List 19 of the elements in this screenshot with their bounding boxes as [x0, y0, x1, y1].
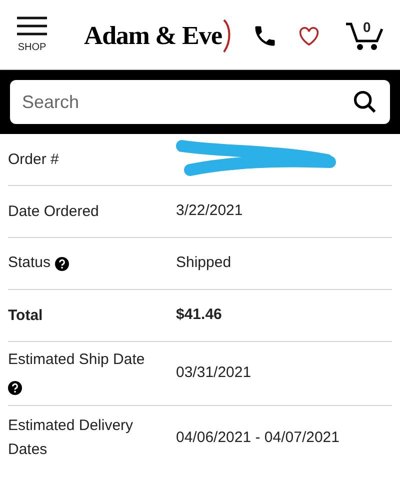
- field-label: Order #: [8, 150, 59, 168]
- search-icon[interactable]: [352, 89, 378, 115]
- help-icon[interactable]: [54, 256, 69, 271]
- menu-icon: [17, 16, 47, 36]
- field-label: Status: [8, 254, 51, 272]
- cart-icon[interactable]: [346, 20, 384, 50]
- field-value: 04/06/2021 - 04/07/2021: [176, 428, 340, 446]
- menu-button[interactable]: SHOP: [16, 16, 48, 55]
- field-label: Estimated Ship Date: [8, 350, 145, 368]
- field-label: Total: [8, 306, 43, 324]
- field-value: $41.46: [176, 306, 222, 324]
- field-value: Shipped: [176, 254, 232, 272]
- cart-count: 0: [362, 18, 371, 36]
- field-value: 03/31/2021: [176, 364, 252, 382]
- field-label: Date Ordered: [8, 202, 99, 220]
- field-value: 3/22/2021: [176, 202, 243, 220]
- logo[interactable]: Adam & Eve: [84, 18, 222, 52]
- help-icon[interactable]: [8, 380, 22, 395]
- field-label: Estimated Delivery Dates: [8, 417, 134, 458]
